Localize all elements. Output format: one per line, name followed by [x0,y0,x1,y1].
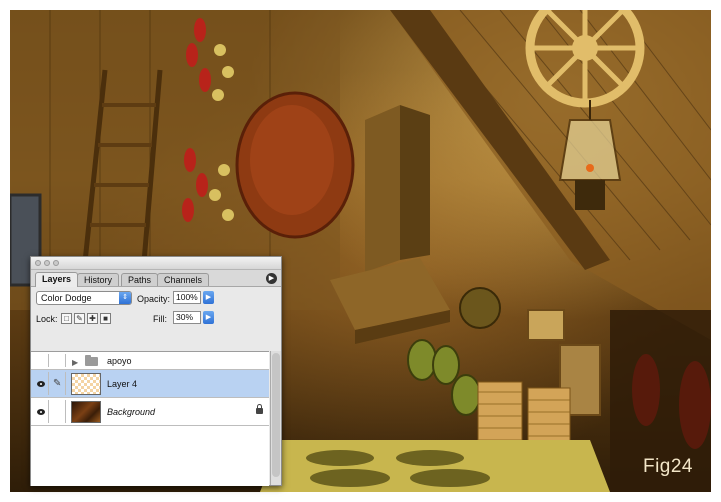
link-toggle[interactable] [50,400,66,423]
fill-input[interactable]: 30% [173,311,201,324]
blend-mode-value: Color Dodge [41,293,92,303]
palette-tabs: Layers History Paths Channels ▶ [31,270,281,287]
flyout-menu-icon[interactable]: ▶ [266,273,277,284]
zoom-button[interactable] [53,260,59,266]
eye-icon[interactable] [37,380,45,387]
lock-all-button[interactable]: ■ [100,313,111,324]
tab-paths[interactable]: Paths [121,273,159,286]
layer-name[interactable]: Background [107,407,155,417]
lock-fill-row: Lock: □ ✎ ✚ ■ Fill: 30% ▶ [31,307,281,327]
fill-label: Fill: [153,314,167,324]
blend-mode-select[interactable]: Color Dodge ⇕ [36,291,132,305]
lock-image-pixels-button[interactable]: ✎ [74,313,85,324]
brush-icon: ✎ [53,377,62,389]
lock-position-button[interactable]: ✚ [87,313,98,324]
layer-thumbnail[interactable] [71,373,101,395]
eye-icon[interactable] [37,408,45,415]
image-frame: Fig24 Layers History Paths Channels ▶ Co… [0,0,721,502]
fill-slider-arrow[interactable]: ▶ [203,311,214,324]
opacity-label: Opacity: [137,294,171,304]
layers-list: ▶ apoyo ✎ Layer 4 Background [31,351,269,486]
opacity-input[interactable]: 100% [173,291,201,304]
minimize-button[interactable] [44,260,50,266]
lock-icon [256,403,263,414]
tab-layers[interactable]: Layers [35,272,79,287]
layers-scrollbar[interactable] [270,351,281,485]
layer-thumbnail[interactable] [71,401,101,423]
tab-channels[interactable]: Channels [157,273,210,286]
layer-row-layer-4[interactable]: ✎ Layer 4 [31,370,269,398]
lock-label: Lock: [36,314,58,324]
visibility-toggle[interactable] [33,354,49,367]
expand-triangle-icon[interactable]: ▶ [72,358,78,367]
layer-row-background[interactable]: Background [31,398,269,426]
layer-name[interactable]: Layer 4 [107,379,137,389]
lock-transparent-pixels-button[interactable]: □ [61,313,72,324]
layer-name[interactable]: apoyo [107,356,132,366]
visibility-toggle[interactable] [33,400,49,423]
link-toggle[interactable]: ✎ [50,372,66,395]
link-toggle[interactable] [50,354,66,367]
figure-label: Fig24 [642,456,693,477]
folder-icon [85,355,98,366]
palette-titlebar[interactable] [31,257,281,270]
layers-palette[interactable]: Layers History Paths Channels ▶ Color Do… [30,256,282,486]
tab-history[interactable]: History [77,273,120,286]
visibility-toggle[interactable] [33,372,49,395]
layer-row-apoyo[interactable]: ▶ apoyo [31,352,269,370]
close-button[interactable] [35,260,41,266]
blend-row: Color Dodge ⇕ Opacity: 100% ▶ [31,287,281,307]
scrollbar-thumb[interactable] [272,353,280,477]
dropdown-arrow-icon[interactable]: ⇕ [119,292,131,304]
opacity-slider-arrow[interactable]: ▶ [203,291,214,304]
